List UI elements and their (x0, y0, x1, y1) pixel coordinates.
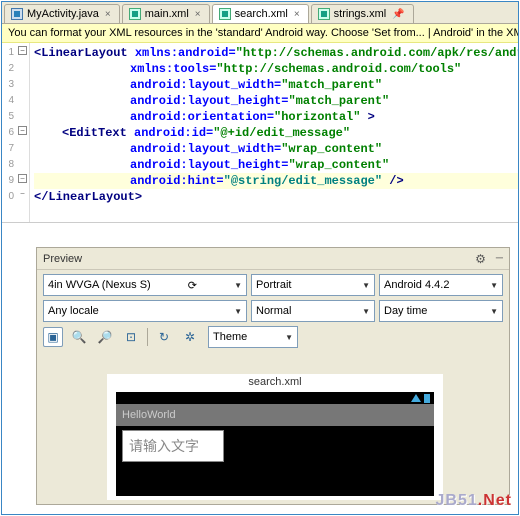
tab-label: MyActivity.java (27, 8, 99, 20)
preview-toolbar: ▣ 🔍 🔎 ⊡ ↻ ✲ Theme▼ (37, 322, 509, 352)
locale-select[interactable]: Any locale▼ (43, 300, 247, 322)
preview-panel: Preview ⚙ ─ 4in WVGA (Nexus S)⟳▼ Portrai… (36, 247, 510, 505)
render-button[interactable]: ▣ (43, 327, 63, 347)
collapse-icon[interactable]: ─ (496, 253, 503, 264)
hint-text: 请输入文字 (129, 436, 199, 456)
tab-main-xml[interactable]: main.xml × (122, 4, 210, 23)
layout-canvas[interactable]: search.xml HelloWorld 请输入文字 (107, 374, 443, 500)
chevron-down-icon: ▼ (285, 333, 293, 342)
tab-myactivity[interactable]: MyActivity.java × (4, 4, 120, 23)
fold-end-icon: ⎯ (18, 190, 27, 199)
edittext-preview: 请输入文字 (122, 430, 224, 462)
app-bar: HelloWorld (116, 404, 434, 426)
phone-frame: HelloWorld 请输入文字 (116, 392, 434, 496)
zoom-in-icon[interactable]: 🔍 (69, 327, 89, 347)
zoom-out-icon[interactable]: 🔎 (95, 327, 115, 347)
fold-end-icon: ⎯ (18, 174, 27, 183)
chevron-down-icon: ▼ (362, 307, 370, 316)
fold-toggle[interactable]: − (18, 126, 27, 135)
chevron-down-icon: ▼ (490, 281, 498, 290)
fold-gutter: − − ⎯ ⎯ (16, 43, 30, 222)
gear-icon[interactable]: ⚙ (475, 252, 486, 266)
line-gutter: 1234567890 (2, 43, 16, 222)
tab-label: strings.xml (334, 8, 387, 20)
orientation-select[interactable]: Portrait▼ (251, 274, 375, 296)
close-icon[interactable]: × (294, 9, 300, 20)
status-bar (116, 392, 434, 404)
format-hint-bar[interactable]: You can format your XML resources in the… (2, 24, 518, 43)
java-file-icon (11, 8, 23, 20)
close-icon[interactable]: × (195, 9, 201, 20)
tab-search-xml[interactable]: search.xml × (212, 4, 309, 23)
refresh-icon[interactable]: ⟳ (188, 279, 197, 292)
tab-strings-xml[interactable]: strings.xml 📌 (311, 4, 414, 23)
chevron-down-icon: ▼ (362, 281, 370, 290)
api-select[interactable]: Android 4.4.2▼ (379, 274, 503, 296)
fold-toggle[interactable]: − (18, 46, 27, 55)
zoom-fit-icon[interactable]: ⊡ (121, 327, 141, 347)
wifi-icon (411, 394, 421, 402)
separator (147, 328, 148, 346)
tab-label: main.xml (145, 8, 189, 20)
uimode-select[interactable]: Normal▼ (251, 300, 375, 322)
app-title: HelloWorld (122, 409, 176, 421)
xml-file-icon (219, 8, 231, 20)
chevron-down-icon: ▼ (490, 307, 498, 316)
code-area[interactable]: <LinearLayout xmlns:android="http://sche… (30, 43, 518, 222)
close-icon[interactable]: × (105, 9, 111, 20)
watermark: JB51.Net (436, 492, 512, 510)
xml-file-icon (318, 8, 330, 20)
daytime-select[interactable]: Day time▼ (379, 300, 503, 322)
xml-file-icon (129, 8, 141, 20)
settings-icon[interactable]: ✲ (180, 327, 200, 347)
code-editor[interactable]: 1234567890 − − ⎯ ⎯ <LinearLayout xmlns:a… (2, 43, 518, 223)
tab-label: search.xml (235, 8, 288, 20)
preview-titlebar: Preview ⚙ ─ (37, 248, 509, 270)
preview-title-label: Preview (43, 253, 82, 265)
device-select[interactable]: 4in WVGA (Nexus S)⟳▼ (43, 274, 247, 296)
canvas-filename: search.xml (107, 374, 443, 392)
chevron-down-icon: ▼ (234, 281, 242, 290)
editor-tabs: MyActivity.java × main.xml × search.xml × s… (2, 2, 518, 24)
chevron-down-icon: ▼ (234, 307, 242, 316)
refresh-icon[interactable]: ↻ (154, 327, 174, 347)
pin-icon[interactable]: 📌 (392, 9, 404, 20)
battery-icon (424, 394, 430, 403)
theme-select[interactable]: Theme▼ (208, 326, 298, 348)
